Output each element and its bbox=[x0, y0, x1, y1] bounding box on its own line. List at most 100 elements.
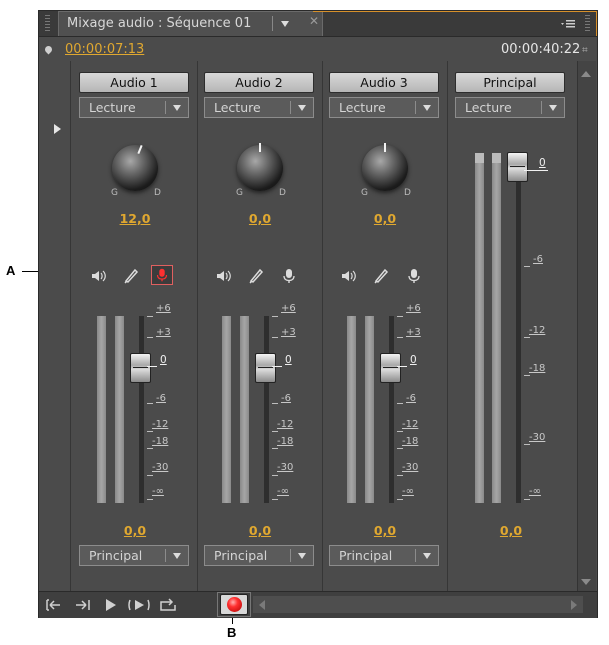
track-name-button[interactable]: Audio 3 bbox=[329, 72, 439, 93]
output-select[interactable]: Principal bbox=[329, 545, 439, 566]
dropdown-separator bbox=[415, 549, 416, 562]
microphone-icon[interactable] bbox=[279, 266, 299, 286]
play-icon[interactable] bbox=[101, 597, 119, 613]
level-meter-left bbox=[222, 316, 231, 503]
chevron-down-icon bbox=[281, 21, 289, 27]
marker-icon bbox=[43, 44, 54, 55]
chevron-down-icon bbox=[298, 553, 306, 559]
track-separator bbox=[197, 61, 198, 591]
duration-timecode: 00:00:40:22 bbox=[501, 42, 581, 57]
scale-label: -18 bbox=[277, 436, 294, 447]
speaker-icon[interactable] bbox=[214, 266, 234, 286]
scale-tick bbox=[272, 431, 278, 432]
pan-right-label: D bbox=[279, 188, 286, 198]
scale-label: -12 bbox=[529, 325, 546, 336]
speaker-icon[interactable] bbox=[339, 266, 359, 286]
microphone-icon bbox=[156, 268, 168, 282]
scroll-right-arrow-icon[interactable] bbox=[571, 600, 577, 610]
track-separator bbox=[447, 61, 448, 591]
resize-icon[interactable]: ⌗ bbox=[582, 45, 588, 56]
panel-menu-icon[interactable] bbox=[559, 16, 577, 30]
level-meter-left bbox=[97, 316, 106, 503]
horizontal-scrollbar[interactable] bbox=[253, 596, 583, 613]
pan-knob[interactable] bbox=[237, 143, 283, 191]
scroll-down-arrow-icon[interactable] bbox=[581, 579, 591, 585]
scale-label: -30 bbox=[277, 462, 294, 473]
level-meter-right bbox=[240, 316, 249, 503]
track-name-button[interactable]: Audio 2 bbox=[204, 72, 314, 93]
panel-grip-right-icon[interactable] bbox=[585, 15, 590, 31]
fader-line bbox=[133, 367, 148, 368]
scale-tick bbox=[272, 403, 278, 404]
scale-tick bbox=[272, 366, 282, 367]
scroll-left-arrow-icon[interactable] bbox=[259, 600, 265, 610]
tab-audio-mixer[interactable]: Mixage audio : Séquence 01 bbox=[58, 11, 323, 36]
pan-knob[interactable] bbox=[112, 144, 158, 191]
pan-knob[interactable] bbox=[362, 143, 408, 191]
record-button[interactable] bbox=[220, 594, 248, 615]
volume-value[interactable]: 0,0 bbox=[115, 523, 155, 538]
master-automation-select[interactable]: Lecture bbox=[455, 97, 565, 118]
scale-tick bbox=[524, 170, 548, 171]
scale-label: -12 bbox=[402, 419, 419, 430]
master-peak-left bbox=[475, 153, 484, 163]
tab-bar: Mixage audio : Séquence 01 ✕ bbox=[39, 11, 597, 37]
chevron-down-icon bbox=[423, 105, 431, 111]
master-volume-fader[interactable] bbox=[507, 152, 528, 182]
volume-fader[interactable] bbox=[380, 353, 401, 383]
volume-fader[interactable] bbox=[255, 353, 276, 383]
scale-tick bbox=[147, 431, 153, 432]
headphones-icon[interactable] bbox=[246, 266, 266, 286]
output-label: Principal bbox=[339, 548, 393, 563]
effects-strip bbox=[40, 61, 71, 591]
scale-tick bbox=[147, 316, 153, 317]
panel-grip-icon[interactable] bbox=[45, 15, 50, 31]
pan-right-label: D bbox=[404, 188, 411, 198]
scroll-up-arrow-icon[interactable] bbox=[581, 71, 591, 77]
scale-tick bbox=[397, 431, 403, 432]
volume-value[interactable]: 0,0 bbox=[365, 523, 405, 538]
scale-tick bbox=[397, 337, 403, 338]
pan-value[interactable]: 0,0 bbox=[365, 211, 405, 226]
volume-fader[interactable] bbox=[130, 353, 151, 383]
scale-label: -18 bbox=[529, 363, 546, 374]
chevron-down-icon bbox=[298, 105, 306, 111]
automation-mode-label: Lecture bbox=[89, 100, 136, 115]
speaker-icon[interactable] bbox=[89, 266, 109, 286]
vertical-scrollbar[interactable] bbox=[577, 61, 596, 591]
microphone-icon[interactable] bbox=[404, 266, 424, 286]
automation-mode-select[interactable]: Lecture bbox=[329, 97, 439, 118]
go-to-out-icon[interactable] bbox=[73, 597, 91, 613]
scale-label: -∞ bbox=[529, 486, 541, 497]
fader-line bbox=[258, 367, 273, 368]
track-name-button[interactable]: Audio 1 bbox=[79, 72, 189, 93]
automation-mode-select[interactable]: Lecture bbox=[79, 97, 189, 118]
volume-fader-track bbox=[264, 316, 269, 503]
expand-triangle-icon[interactable] bbox=[54, 124, 61, 134]
headphones-icon[interactable] bbox=[371, 266, 391, 286]
master-fader-track bbox=[516, 153, 521, 503]
scale-label: +6 bbox=[156, 303, 171, 314]
play-in-to-out-icon[interactable] bbox=[127, 597, 151, 613]
current-timecode[interactable]: 00:00:07:13 bbox=[65, 42, 144, 57]
callout-b: B bbox=[227, 625, 237, 640]
volume-value[interactable]: 0,0 bbox=[240, 523, 280, 538]
pan-right-label: D bbox=[154, 188, 161, 198]
pan-value[interactable]: 0,0 bbox=[240, 211, 280, 226]
output-select[interactable]: Principal bbox=[204, 545, 314, 566]
scale-label: -30 bbox=[402, 462, 419, 473]
scale-label: -18 bbox=[402, 436, 419, 447]
output-select[interactable]: Principal bbox=[79, 545, 189, 566]
tab-menu-button[interactable] bbox=[272, 16, 295, 31]
master-volume-value[interactable]: 0,0 bbox=[491, 523, 531, 538]
scale-tick bbox=[524, 375, 530, 376]
automation-mode-select[interactable]: Lecture bbox=[204, 97, 314, 118]
scale-label: -30 bbox=[529, 432, 546, 443]
go-to-in-icon[interactable] bbox=[45, 597, 63, 613]
master-name-button[interactable]: Principal bbox=[455, 72, 565, 93]
pan-value[interactable]: 12,0 bbox=[115, 211, 155, 226]
headphones-icon[interactable] bbox=[121, 266, 141, 286]
record-enable-button[interactable] bbox=[151, 265, 173, 285]
scale-tick bbox=[524, 266, 530, 267]
loop-icon[interactable] bbox=[158, 597, 178, 613]
